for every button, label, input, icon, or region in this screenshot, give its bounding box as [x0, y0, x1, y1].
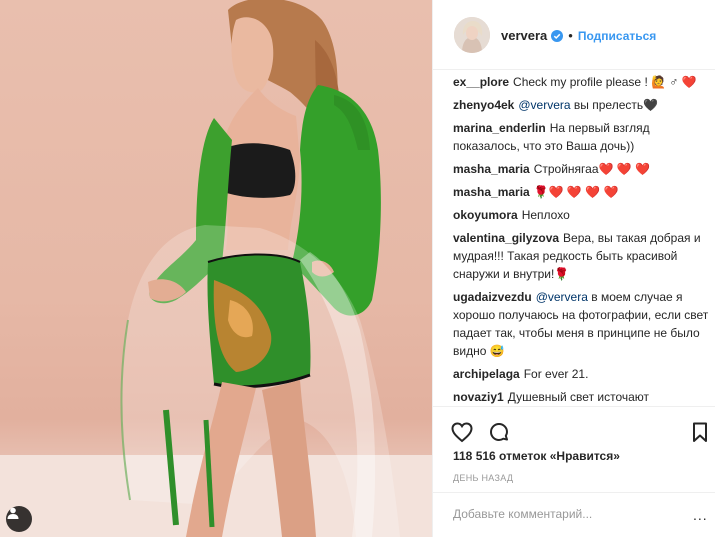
comment-text: Стройнягаа❤️ ❤️ ❤️	[533, 162, 651, 176]
comment-text: вы прелесть🖤	[573, 98, 659, 112]
comment-item: ex__plore Check my profile please ! 🙋 ♂ ❤…	[453, 70, 713, 91]
add-comment-input[interactable]: Добавьте комментарий...	[453, 507, 592, 521]
comment-username[interactable]: zhenyo4ek	[453, 98, 514, 112]
post-photo[interactable]	[0, 0, 432, 537]
comment-username[interactable]: novaziy1	[453, 390, 504, 404]
comment-mention[interactable]: @ververa	[536, 290, 588, 304]
comment-bubble-icon[interactable]	[487, 420, 511, 444]
comment-text: Неплохо	[521, 208, 570, 222]
post-header: ververa • Подписаться	[433, 0, 715, 70]
comment-username[interactable]: masha_maria	[453, 185, 530, 199]
comments-list[interactable]: ex__plore Check my profile please ! 🙋 ♂ ❤…	[453, 70, 713, 406]
comment-username[interactable]: ugadaizvezdu	[453, 290, 532, 304]
comment-item: archipelaga For ever 21.	[453, 362, 713, 383]
comment-item: valentina_gilyzova Вера, вы такая добрая …	[453, 226, 713, 283]
comment-item: marina_enderlin На первый взгляд показало…	[453, 116, 713, 155]
post-timestamp[interactable]: ДЕНЬ НАЗАД	[453, 473, 513, 483]
bookmark-icon[interactable]	[688, 420, 712, 444]
post-actions: 118 516 отметок «Нравится» ДЕНЬ НАЗАД	[433, 406, 715, 502]
comment-item: okoyumora Неплохо	[453, 203, 713, 224]
comment-username[interactable]: archipelaga	[453, 367, 520, 381]
photo-illustration	[0, 0, 432, 537]
comment-item: masha_maria Стройнягаа❤️ ❤️ ❤️	[453, 157, 713, 178]
user-tag-icon	[7, 507, 19, 519]
heart-icon[interactable]	[450, 420, 474, 444]
add-comment-bar: Добавьте комментарий... ...	[433, 492, 715, 537]
comment-item: novaziy1Душевный свет источают благодеян…	[453, 385, 713, 406]
verified-badge-icon	[551, 29, 564, 42]
user-tag-button[interactable]	[6, 506, 32, 532]
comment-username[interactable]: marina_enderlin	[453, 121, 546, 135]
avatar-image	[454, 17, 490, 53]
post-side-panel: ververa • Подписаться ex__plore Check my …	[432, 0, 715, 537]
separator-dot: •	[568, 28, 573, 43]
comment-username[interactable]: masha_maria	[453, 162, 530, 176]
comment-username[interactable]: okoyumora	[453, 208, 518, 222]
comment-text: Check my profile please ! 🙋 ♂ ❤️	[513, 75, 697, 89]
comment-item: zhenyo4ek @ververa вы прелесть🖤	[453, 93, 713, 114]
comment-username[interactable]: valentina_gilyzova	[453, 231, 559, 245]
likes-count[interactable]: 118 516 отметок «Нравится»	[453, 449, 620, 463]
comment-text: 🌹❤️ ❤️ ❤️ ❤️	[533, 185, 619, 199]
comment-username[interactable]: ex__plore	[453, 75, 509, 89]
more-options-icon[interactable]: ...	[693, 507, 708, 523]
avatar[interactable]	[454, 17, 490, 53]
follow-button[interactable]: Подписаться	[578, 29, 656, 43]
comment-mention[interactable]: @ververa	[518, 98, 570, 112]
username-link[interactable]: ververa	[501, 28, 547, 43]
comment-item: ugadaizvezdu @ververa в моем случае я хор…	[453, 285, 713, 360]
comment-item: masha_maria 🌹❤️ ❤️ ❤️ ❤️	[453, 180, 713, 201]
comment-text: For ever 21.	[523, 367, 589, 381]
